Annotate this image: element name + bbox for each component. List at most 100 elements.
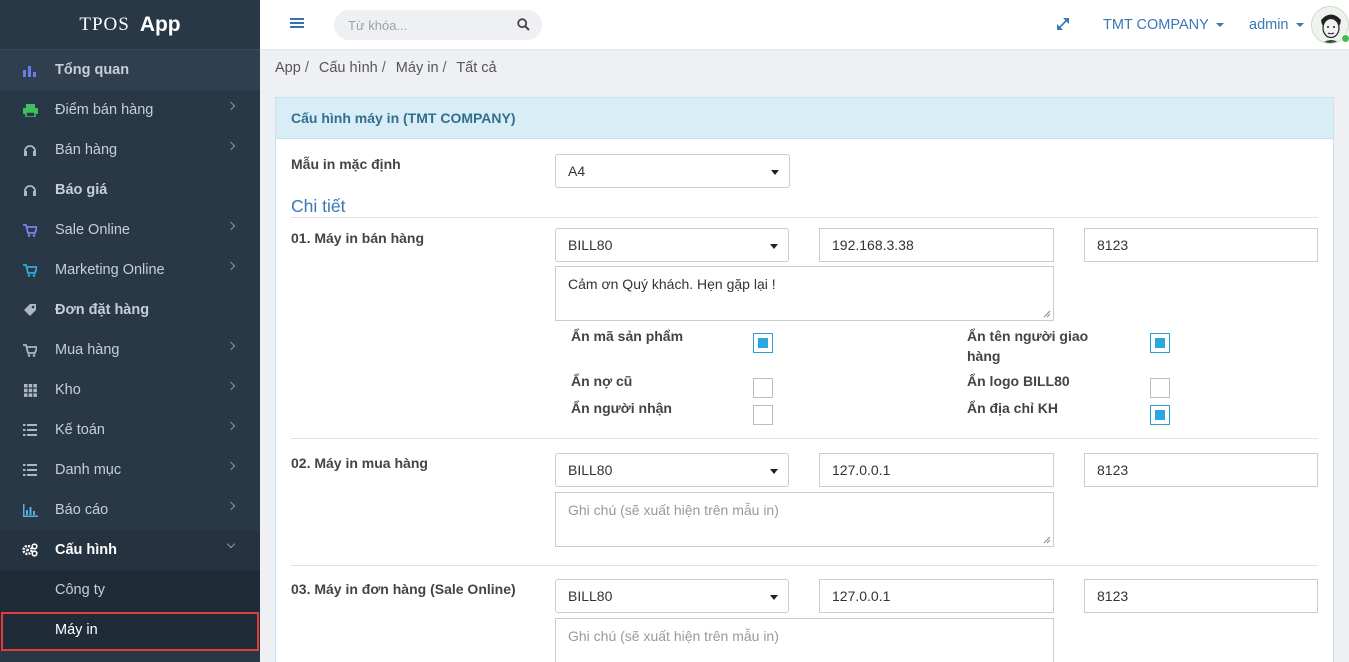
chevron-right-icon — [226, 341, 236, 351]
dropdown-arrow-icon — [771, 170, 779, 175]
sidebar-item-label: Tổng quan — [55, 62, 130, 78]
sidebar-item-sales[interactable]: Bán hàng — [0, 130, 260, 170]
section-title: Chi tiết — [291, 196, 346, 216]
brand-name: TPOS — [79, 13, 130, 35]
printer-1-ip-input[interactable]: 192.168.3.38 — [819, 228, 1054, 262]
sidebar-item-warehouse[interactable]: Kho — [0, 370, 260, 410]
option-hide-logo-label: Ẩn logo BILL80 — [967, 373, 1070, 389]
sidebar-item-marketing-online[interactable]: Marketing Online — [0, 250, 260, 290]
sidebar-item-sale-online[interactable]: Sale Online — [0, 210, 260, 250]
printer-1-note-textarea[interactable]: Cảm ơn Quý khách. Hẹn gặp lại ! — [555, 266, 1054, 321]
sidebar-item-catalog[interactable]: Danh mục — [0, 450, 260, 490]
divider — [291, 217, 1318, 218]
breadcrumb-app[interactable]: App — [275, 60, 301, 76]
fullscreen-icon[interactable] — [1055, 16, 1071, 35]
printer-1-template: BILL80 — [568, 237, 613, 253]
printer-3-ip-input[interactable]: 127.0.0.1 — [819, 579, 1054, 613]
resize-grip-icon[interactable] — [1043, 310, 1051, 318]
search-input[interactable] — [334, 10, 504, 40]
dropdown-arrow-icon — [770, 469, 778, 474]
menu-toggle-icon[interactable] — [290, 18, 304, 30]
chevron-right-icon — [226, 261, 236, 271]
sidebar-item-label: Điểm bán hàng — [55, 102, 154, 118]
divider — [291, 438, 1318, 439]
option-hide-receiver-checkbox[interactable] — [753, 405, 773, 425]
option-hide-old-debt-checkbox[interactable] — [753, 378, 773, 398]
panel-title: Cấu hình máy in (TMT COMPANY) — [276, 98, 1333, 139]
sidebar-subitem-label: Công ty — [55, 582, 105, 598]
printer-2-port-input[interactable]: 8123 — [1084, 453, 1318, 487]
printer-1-ip: 192.168.3.38 — [832, 237, 914, 253]
chevron-right-icon — [226, 461, 236, 471]
printer-3-template-select[interactable]: BILL80 — [555, 579, 789, 613]
chevron-right-icon — [226, 381, 236, 391]
default-template-label: Mẫu in mặc định — [291, 156, 401, 172]
option-hide-shipper-name-checkbox[interactable] — [1150, 333, 1170, 353]
default-template-value: A4 — [568, 163, 586, 179]
sidebar-item-label: Kho — [55, 382, 81, 398]
user-dropdown[interactable]: admin — [1249, 17, 1304, 33]
search-icon[interactable] — [517, 18, 530, 34]
printer-2-note-placeholder: Ghi chú (sẽ xuất hiện trên mẫu in) — [568, 502, 779, 518]
printer-config-panel: Cấu hình máy in (TMT COMPANY) Mẫu in mặc… — [275, 97, 1334, 662]
sidebar-item-accounting[interactable]: Kế toán — [0, 410, 260, 450]
sidebar-item-purchase[interactable]: Mua hàng — [0, 330, 260, 370]
chevron-right-icon — [226, 421, 236, 431]
sidebar-item-pos[interactable]: Điểm bán hàng — [0, 90, 260, 130]
printer-3-template: BILL80 — [568, 588, 613, 604]
sidebar-subitem-company[interactable]: Công ty — [0, 570, 260, 610]
printer-1-port-input[interactable]: 8123 — [1084, 228, 1318, 262]
sidebar-item-settings[interactable]: Cấu hình — [0, 530, 260, 570]
sidebar-item-label: Đơn đặt hàng — [55, 302, 150, 318]
sidebar-item-label: Mua hàng — [55, 342, 120, 358]
sidebar-item-reports[interactable]: Báo cáo — [0, 490, 260, 530]
printer-icon — [22, 102, 38, 118]
grid-icon — [22, 382, 38, 398]
printer-3-note-textarea[interactable]: Ghi chú (sẽ xuất hiện trên mẫu in) — [555, 618, 1054, 662]
option-hide-receiver-label: Ẩn người nhận — [571, 400, 672, 416]
topbar: TMT COMPANY admin — [260, 0, 1349, 50]
default-template-select[interactable]: A4 — [555, 154, 790, 188]
breadcrumb-printer[interactable]: Máy in — [396, 60, 439, 76]
sidebar-item-label: Danh mục — [55, 462, 122, 478]
chevron-right-icon — [226, 101, 236, 111]
option-hide-address-checkbox[interactable] — [1150, 405, 1170, 425]
sidebar-item-quote[interactable]: Báo giá — [0, 170, 260, 210]
resize-grip-icon[interactable] — [1043, 536, 1051, 544]
headset-icon — [22, 142, 38, 158]
printer-3-ip: 127.0.0.1 — [832, 588, 891, 604]
chevron-right-icon — [226, 141, 236, 151]
caret-down-icon — [1215, 23, 1224, 28]
printer-2-ip: 127.0.0.1 — [832, 462, 891, 478]
report-icon — [22, 502, 38, 518]
option-hide-old-debt-label: Ẩn nợ cũ — [571, 373, 633, 389]
printer-3-port-input[interactable]: 8123 — [1084, 579, 1318, 613]
printer-1-template-select[interactable]: BILL80 — [555, 228, 789, 262]
sidebar-item-label: Báo giá — [55, 182, 108, 198]
chevron-right-icon — [226, 221, 236, 231]
gears-icon — [22, 542, 38, 558]
brand-logo[interactable]: TPOS App — [0, 0, 260, 50]
printer-1-note: Cảm ơn Quý khách. Hẹn gặp lại ! — [568, 276, 776, 292]
printer-1-label: 01. Máy in bán hàng — [291, 230, 425, 246]
sidebar-item-label: Marketing Online — [55, 262, 165, 278]
option-hide-shipper-name-label: Ẩn tên người giao hàng — [967, 328, 1089, 364]
sidebar-item-overview[interactable]: Tổng quan — [0, 50, 260, 90]
printer-2-ip-input[interactable]: 127.0.0.1 — [819, 453, 1054, 487]
sidebar: TPOS App Tổng quan Điểm bán hàng Bán hàn… — [0, 0, 260, 662]
search-box — [334, 10, 542, 40]
printer-3-port: 8123 — [1097, 588, 1129, 604]
option-hide-product-code-checkbox[interactable] — [753, 333, 773, 353]
sidebar-item-orders[interactable]: Đơn đặt hàng — [0, 290, 260, 330]
option-hide-logo-checkbox[interactable] — [1150, 378, 1170, 398]
bar-chart-icon — [22, 62, 38, 78]
cart-icon — [22, 342, 38, 358]
breadcrumb-settings[interactable]: Cấu hình — [319, 60, 378, 76]
sidebar-item-label: Bán hàng — [55, 142, 118, 158]
printer-2-note-textarea[interactable]: Ghi chú (sẽ xuất hiện trên mẫu in) — [555, 492, 1054, 547]
list-icon — [22, 422, 38, 438]
caret-down-icon — [1295, 23, 1304, 28]
company-dropdown[interactable]: TMT COMPANY — [1103, 17, 1224, 33]
printer-2-template-select[interactable]: BILL80 — [555, 453, 789, 487]
dropdown-arrow-icon — [770, 595, 778, 600]
